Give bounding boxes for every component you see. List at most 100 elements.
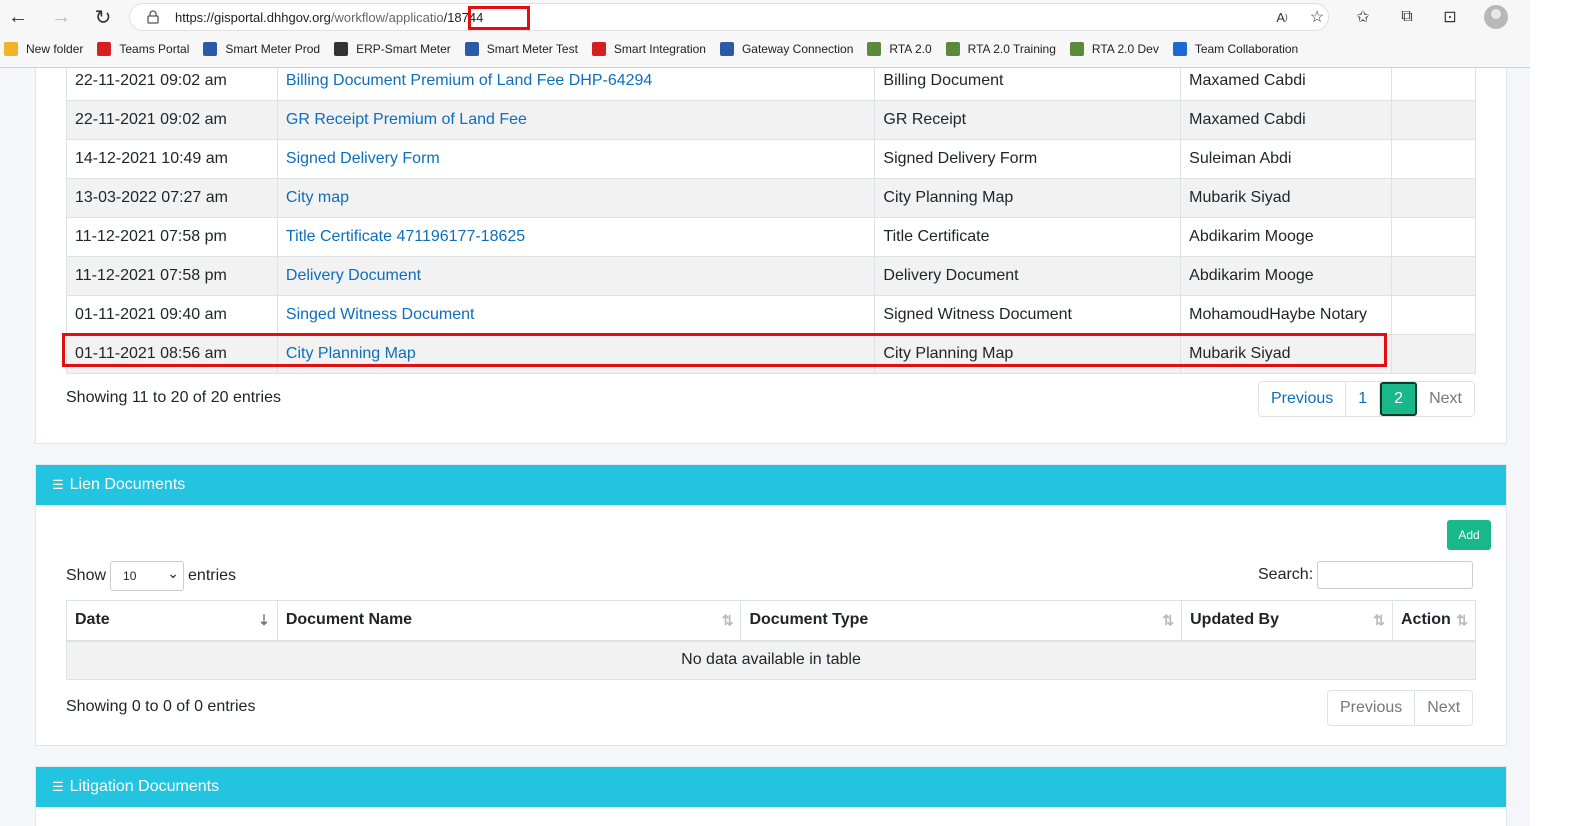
bookmark-icon [945,42,960,56]
date-cell: 11-12-2021 07:58 pm [75,267,227,284]
type-cell: Title Certificate [874,217,1182,257]
list-icon: ☰ [52,477,64,492]
bookmark-item[interactable]: Team Collaboration [1172,42,1298,56]
date-cell: 14-12-2021 10:49 am [75,150,228,167]
show-label: Show [66,567,107,584]
document-link[interactable]: Title Certificate 471196177-18625 [286,228,525,245]
favorite-add-icon[interactable]: ☆ [1303,3,1331,31]
no-data-cell: No data available in table [66,640,1476,680]
bookmark-item[interactable]: New folder [4,42,83,56]
document-link[interactable]: City map [286,189,349,206]
col-document-name[interactable]: Document Name ⇅ [276,600,742,642]
bookmark-item[interactable]: RTA 2.0 [867,42,932,56]
updated-by-cell: Suleiman Abdi [1189,150,1292,167]
previous-button[interactable]: Previous [1328,691,1416,725]
list-icon: ☰ [52,779,64,794]
table-row: 13-03-2022 07:27 am City map City Planning… [66,178,1476,218]
type-cell: City Planning Map [883,189,1014,206]
show-entries: Show 10 entries [66,561,236,591]
document-link[interactable]: Billing Document Premium of Land Fee DHP… [286,72,652,89]
sort-icon: ⇅ [1456,612,1468,628]
document-name-cell: Singed Witness Document [276,295,876,335]
action-cell [1391,295,1476,335]
search-label: Search: [1258,566,1314,583]
search-input[interactable] [1317,561,1474,589]
action-cell [1391,139,1476,179]
date-cell: 13-03-2022 07:27 am [75,189,228,206]
updated-by-cell: Maxamed Cabdi [1180,100,1393,140]
page-2-button[interactable]: 2 [1380,382,1418,416]
bookmark-item[interactable]: Gateway Connection [719,42,854,56]
entries-label: entries [188,567,237,584]
bookmark-label: New folder [26,42,84,56]
address-bar[interactable]: https://gisportal.dhhgov.org/workflow/ap… [129,3,1329,31]
document-name-cell: City map [276,178,876,218]
updated-by-cell: Mubarik Siyad [1180,178,1393,218]
bookmark-label: Gateway Connection [741,42,854,56]
next-button[interactable]: Next [1417,382,1474,416]
action-cell [1391,68,1476,101]
litigation-documents-title: Litigation Documents [69,778,220,795]
previous-button[interactable]: Previous [1259,382,1347,416]
type-cell: Signed Witness Document [883,306,1072,323]
updated-by-cell: Maxamed Cabdi [1189,72,1306,89]
date-cell: 22-11-2021 09:02 am [66,68,278,101]
next-button[interactable]: Next [1415,691,1473,725]
bookmark-item[interactable]: Smart Integration [591,42,706,56]
entries-select[interactable]: 10 [110,561,185,591]
updated-by-cell: Suleiman Abdi [1180,139,1393,179]
col-date[interactable]: Date ⇣ [66,600,278,642]
litigation-documents-header: ☰ Litigation Documents [36,767,1506,807]
updated-by-cell: Abdikarim Mooge [1180,217,1393,257]
bookmark-item[interactable]: Smart Meter Test [464,42,578,56]
bookmark-icon [464,42,479,56]
bookmark-label: RTA 2.0 Training [967,42,1056,56]
favorites-icon[interactable]: ✩ [1349,3,1377,31]
lien-documents-card: ☰ Lien Documents Add Show 10 entries Sea… [35,464,1507,746]
back-arrow-icon[interactable]: ← [4,3,32,31]
col-document-type[interactable]: Document Type ⇅ [740,600,1183,642]
extensions-icon[interactable]: ⊡ [1436,3,1464,31]
type-cell: Signed Witness Document [874,295,1182,335]
documents-card: 22-11-2021 09:02 am Billing Document Prem… [35,68,1507,444]
bookmark-icon [719,42,734,56]
date-cell: 11-12-2021 07:58 pm [66,256,278,296]
lien-info: Showing 0 to 0 of 0 entries [66,698,256,715]
forward-arrow-icon[interactable]: → [47,3,75,31]
type-cell: City Planning Map [874,178,1182,218]
updated-by-cell: Abdikarim Mooge [1189,267,1314,284]
document-link[interactable]: GR Receipt Premium of Land Fee [286,111,527,128]
type-cell: Signed Delivery Form [874,139,1182,179]
type-cell: Delivery Document [883,267,1019,284]
date-cell: 22-11-2021 09:02 am [75,72,227,89]
bookmark-item[interactable]: RTA 2.0 Dev [1069,42,1159,56]
type-cell: Delivery Document [874,256,1182,296]
document-link[interactable]: Singed Witness Document [286,306,475,323]
updated-by-cell: Maxamed Cabdi [1180,68,1393,101]
add-button[interactable]: Add [1447,520,1491,550]
document-name-cell: Billing Document Premium of Land Fee DHP… [276,68,876,101]
updated-by-cell: MohamoudHaybe Notary [1189,306,1368,323]
updated-by-cell: Maxamed Cabdi [1189,111,1306,128]
bookmark-item[interactable]: Smart Meter Prod [203,42,320,56]
bookmark-item[interactable]: RTA 2.0 Training [945,42,1056,56]
collections-icon[interactable]: ⧉ [1393,3,1421,31]
page-margin [1530,68,1588,826]
read-aloud-icon[interactable]: A) [1268,3,1296,31]
document-link[interactable]: Delivery Document [286,267,421,284]
bookmark-icon [1172,42,1187,56]
bookmark-label: Teams Portal [119,42,190,56]
page-1-button[interactable]: 1 [1346,382,1381,416]
col-action[interactable]: Action ⇅ [1391,600,1477,642]
document-link[interactable]: Signed Delivery Form [286,150,440,167]
updated-by-cell: Abdikarim Mooge [1189,228,1314,245]
profile-avatar[interactable] [1484,5,1508,29]
bookmark-icon [591,42,606,56]
bookmark-label: RTA 2.0 Dev [1091,42,1159,56]
bookmark-item[interactable]: Teams Portal [97,42,189,56]
reload-icon[interactable]: ↻ [89,3,117,31]
col-updated-by[interactable]: Updated By ⇅ [1181,600,1393,642]
bookmark-item[interactable]: ERP-Smart Meter [334,42,451,56]
table-row: 01-11-2021 09:40 am Singed Witness Docume… [66,295,1476,335]
folder-icon [4,42,18,56]
